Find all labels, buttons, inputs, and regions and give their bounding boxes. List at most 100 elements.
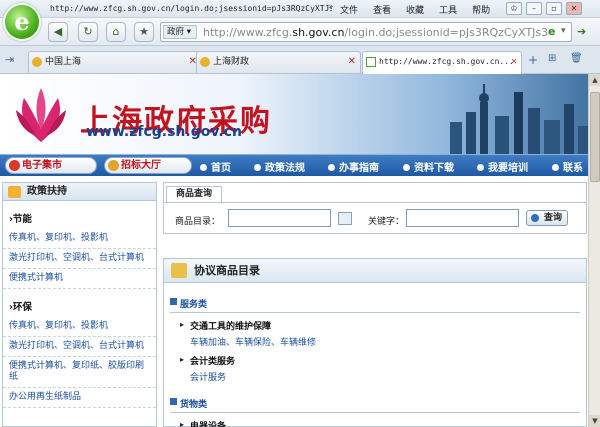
list-item: ▸ 会计类服务 会计服务 (180, 354, 586, 383)
new-tab-icon[interactable]: + (528, 53, 538, 67)
item-title[interactable]: 电器设备 (190, 419, 586, 427)
menu-bar: 文件 查看 收藏 工具 帮助 (340, 3, 490, 16)
item-title[interactable]: 交通工具的维护保障 (190, 319, 586, 332)
list-item: ▸ 交通工具的维护保障 车辆加油、车辆保险、车辆维修 (180, 319, 586, 348)
nav-training[interactable]: 我要培训 (477, 159, 528, 174)
bullet-icon: ▸ (180, 420, 185, 427)
category-energy: ›节能 (9, 214, 32, 225)
favorite-star-button[interactable]: ★ (134, 22, 154, 42)
bullet-icon (200, 164, 207, 171)
category-environment: ›环保 (9, 302, 32, 313)
nav-download[interactable]: 资料下载 (403, 159, 454, 174)
tab-label: 上海财政 (213, 57, 250, 67)
bidding-icon (108, 160, 119, 171)
bullet-icon (254, 164, 261, 171)
tab-label: http://www.zfcg.sh.gov.cn... (379, 57, 514, 66)
browser-toolbar: ◀ ↻ ⌂ ★ 政府 ▾ http://www.zfcg.sh.gov.cn/l… (0, 18, 600, 46)
e-market-button[interactable]: 电子集市 (5, 157, 97, 174)
add-tab-icon[interactable]: ⊞ (548, 53, 556, 64)
market-icon (9, 160, 20, 171)
sidebar-link[interactable]: 便携式计算机 (3, 269, 156, 289)
sidebar-toggle-icon[interactable]: ⇥ (5, 53, 14, 66)
menu-view[interactable]: 查看 (373, 3, 391, 16)
close-window-button[interactable]: ✕ (566, 2, 582, 15)
bullet-icon (477, 164, 484, 171)
maximize-button[interactable]: ▫ (546, 2, 562, 15)
item-sub[interactable]: 会计服务 (190, 370, 586, 383)
search-icon (531, 214, 539, 222)
nav-contact[interactable]: 联系 (552, 159, 583, 174)
catalog-label: 商品目录： (175, 217, 221, 227)
shirt-icon[interactable]: ♔ (506, 2, 522, 15)
policy-icon (8, 186, 21, 198)
bidding-hall-button[interactable]: 招标大厅 (104, 157, 192, 174)
trash-icon[interactable]: 🗑 (570, 53, 583, 64)
bidding-hall-label: 招标大厅 (121, 160, 161, 171)
tab-bar: ⇥ 中国上海 ✕ 上海财政 ✕ http://www.zfcg.sh.gov.c… (0, 46, 600, 74)
site-url: www.zfcg.sh.gov.cn (86, 124, 242, 140)
tab-finance[interactable]: 上海财政 ✕ (196, 51, 361, 73)
close-tab-icon[interactable]: ✕ (511, 52, 517, 72)
calendar-icon[interactable] (338, 212, 352, 225)
section-goods: 货物类 (170, 397, 580, 413)
main-content: 商品查询 商品目录： 关键字： 查询 协议商品目录 服务类 ▸ 交通工具的维护保… (163, 182, 587, 427)
section-services: 服务类 (170, 297, 580, 313)
vertical-scrollbar[interactable]: ▲ ▼ (588, 74, 600, 427)
bullet-icon: ▸ (180, 355, 185, 364)
site-banner: 上海政府采购 www.zfcg.sh.gov.cn (0, 74, 600, 154)
tab-zfcg[interactable]: http://www.zfcg.sh.gov.cn... ✕ (362, 51, 522, 74)
item-title[interactable]: 会计类服务 (190, 354, 586, 367)
scroll-up-icon[interactable]: ▲ (589, 74, 600, 86)
close-tab-icon[interactable]: ✕ (348, 52, 356, 72)
site-favicon-icon (32, 57, 42, 67)
home-button[interactable]: ⌂ (106, 22, 126, 42)
web-page: 上海政府采购 www.zfcg.sh.gov.cn 电子集市 招标大厅 首页 政… (0, 74, 600, 427)
catalog-input[interactable] (228, 209, 331, 227)
tab-label: 中国上海 (45, 57, 82, 67)
sidebar-heading: 政策扶持 (3, 183, 156, 201)
search-button[interactable]: 查询 (526, 210, 568, 226)
title-url: http://www.zfcg.sh.gov.cn/login.do;jsess… (50, 4, 332, 13)
refresh-button[interactable]: ↻ (78, 22, 98, 42)
browser-title-bar: http://www.zfcg.sh.gov.cn/login.do;jsess… (0, 0, 600, 18)
menu-favorites[interactable]: 收藏 (406, 3, 424, 16)
sidebar-link[interactable]: 传真机、复印机、投影机 (3, 229, 156, 249)
scroll-thumb[interactable] (590, 92, 600, 182)
bullet-icon (403, 164, 410, 171)
ie-mode-icon[interactable]: e (548, 25, 560, 39)
sidebar-link[interactable]: 便携式计算机、复印纸、胶版印刷纸 (3, 357, 156, 388)
city-skyline-icon (450, 84, 590, 154)
section-marker-icon (170, 398, 177, 405)
item-sub[interactable]: 车辆加油、车辆保险、车辆维修 (190, 335, 586, 348)
list-item: ▸ 电器设备 (180, 419, 586, 427)
address-tag[interactable]: 政府 ▾ (163, 25, 197, 39)
go-arrow-icon[interactable]: ➔ (577, 25, 586, 38)
address-bar[interactable]: 政府 ▾ http://www.zfcg.sh.gov.cn/login.do;… (160, 22, 572, 42)
sidebar-link[interactable]: 传真机、复印机、投影机 (3, 317, 156, 337)
chevron-right-icon[interactable]: » (328, 2, 334, 12)
divider (164, 202, 586, 203)
sidebar-link[interactable]: 激光打印机、空调机、台式计算机 (3, 249, 156, 269)
keyword-input[interactable] (406, 209, 519, 227)
policy-sidebar: 政策扶持 ›节能 传真机、复印机、投影机 激光打印机、空调机、台式计算机 便携式… (2, 182, 157, 427)
agreement-heading: 协议商品目录 (164, 259, 586, 283)
tab-shanghai[interactable]: 中国上海 ✕ (28, 51, 202, 73)
sidebar-link[interactable]: 激光打印机、空调机、台式计算机 (3, 337, 156, 357)
sidebar-link[interactable]: 办公用再生纸制品 (3, 388, 156, 408)
menu-file[interactable]: 文件 (340, 3, 358, 16)
catalog-icon (171, 263, 187, 278)
magnolia-logo-icon (16, 88, 66, 142)
tab-product-query[interactable]: 商品查询 (166, 186, 222, 202)
nav-guide[interactable]: 办事指南 (328, 159, 379, 174)
minimize-button[interactable]: – (526, 2, 542, 15)
nav-policy[interactable]: 政策法规 (254, 159, 305, 174)
nav-home[interactable]: 首页 (200, 159, 231, 174)
menu-tools[interactable]: 工具 (439, 3, 457, 16)
dropdown-icon[interactable]: ▾ (561, 26, 566, 36)
site-favicon-icon (200, 57, 210, 67)
scroll-down-icon[interactable]: ▼ (589, 415, 600, 427)
back-button[interactable]: ◀ (48, 22, 68, 42)
address-url[interactable]: http://www.zfcg.sh.gov.cn/login.do;jsess… (203, 26, 548, 39)
menu-help[interactable]: 帮助 (472, 3, 490, 16)
bullet-icon (328, 164, 335, 171)
